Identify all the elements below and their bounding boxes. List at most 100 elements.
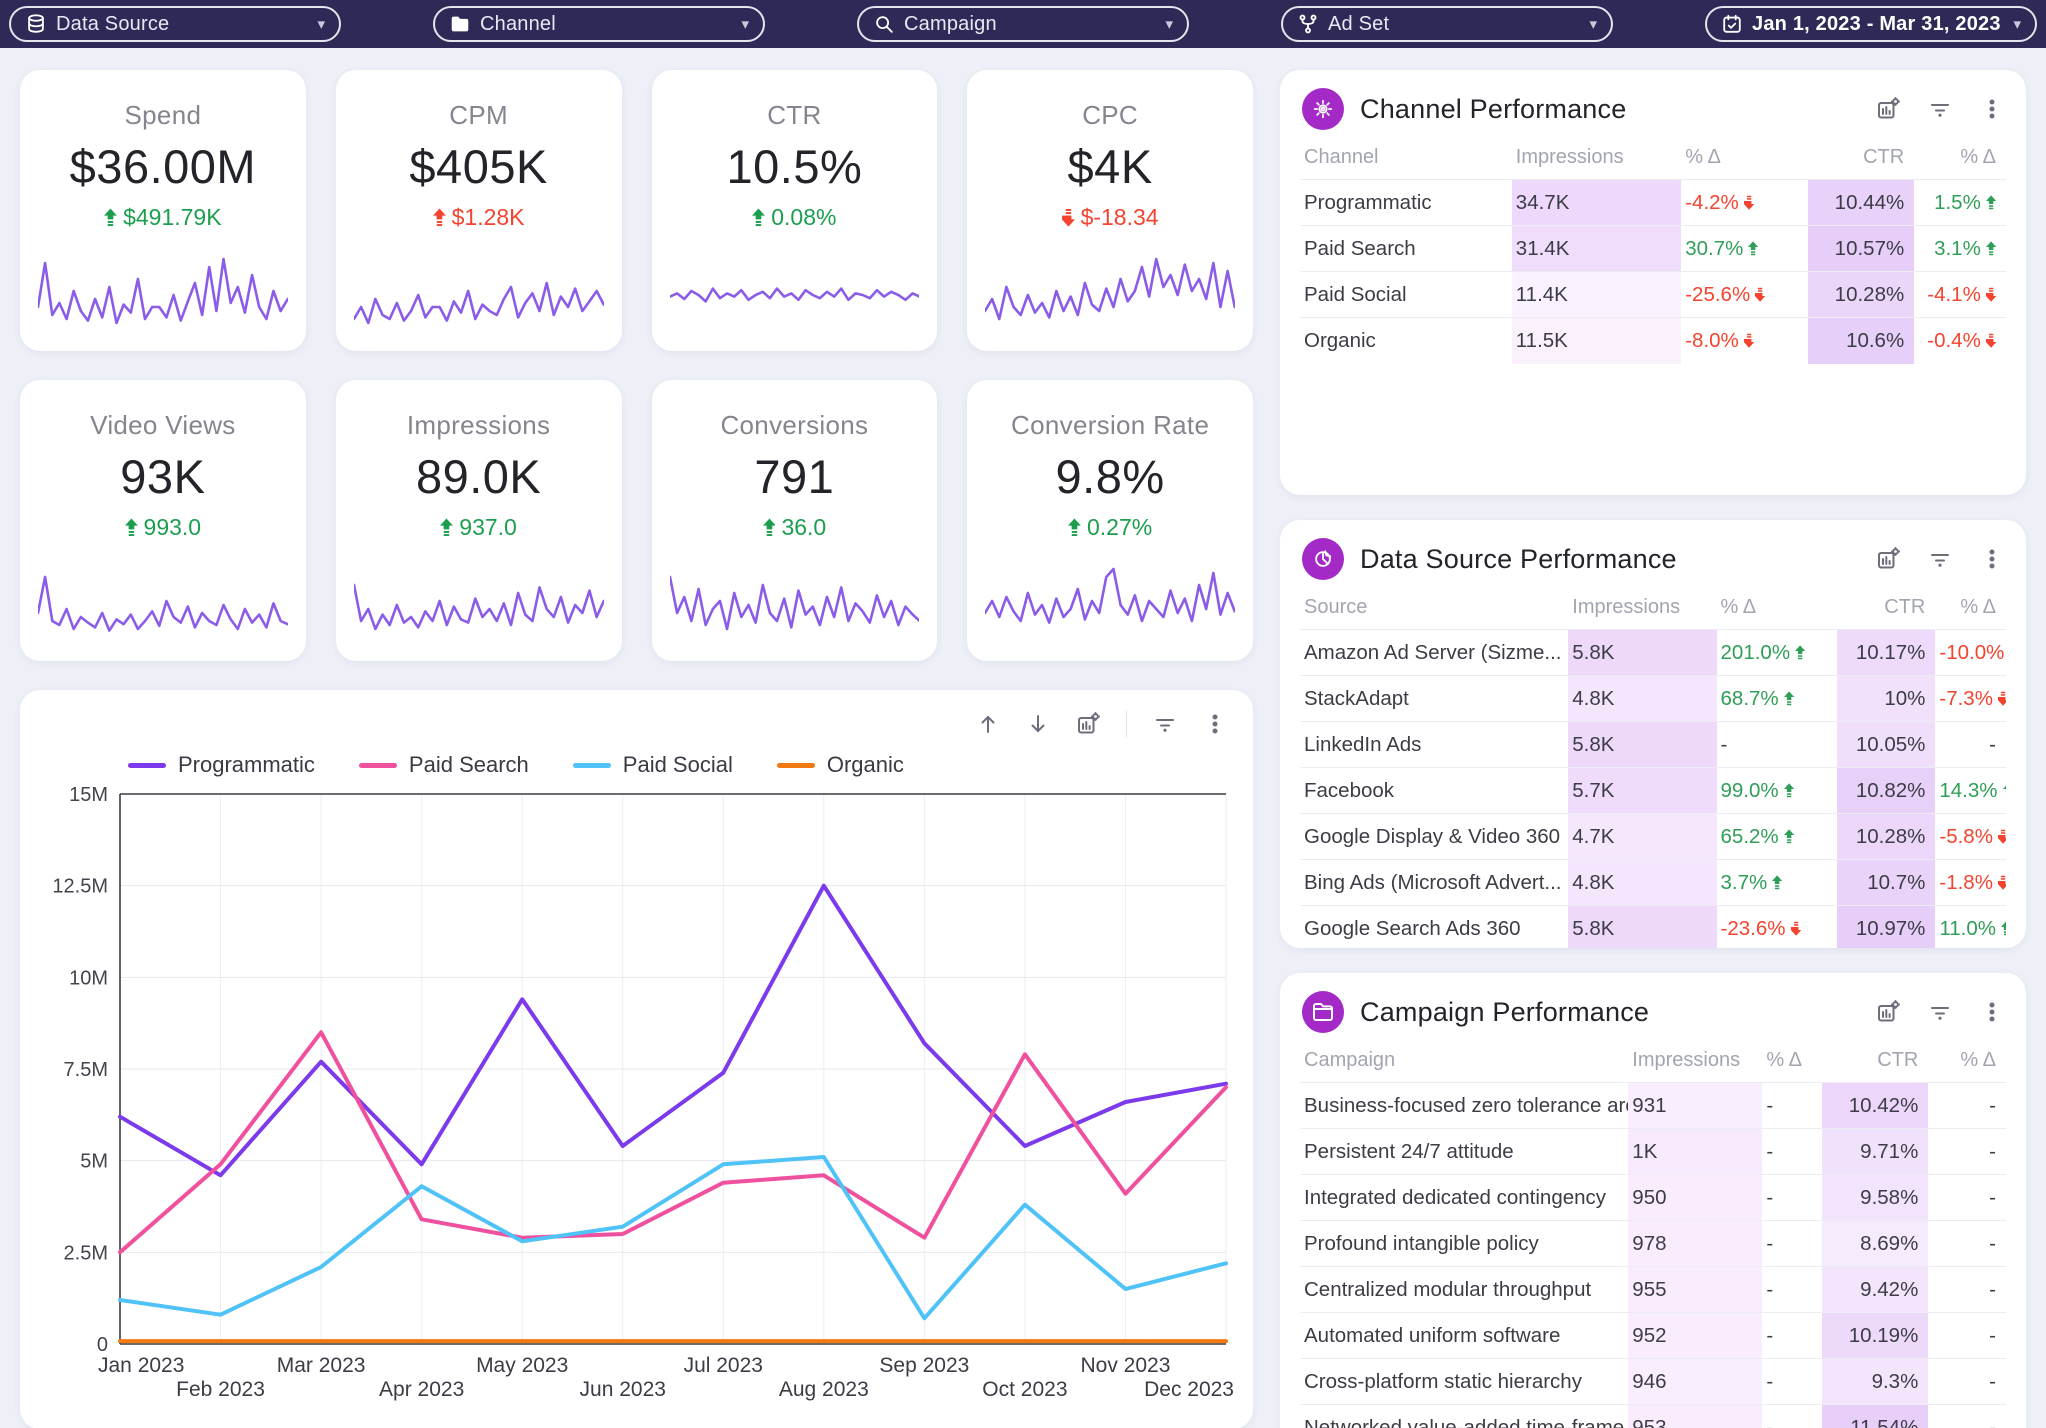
filter-icon[interactable]: [1928, 97, 1952, 121]
kpi-card-conversions: Conversions 791 36.0: [651, 380, 938, 661]
table-row[interactable]: Google Display & Video 360 4.7K 65.2% 10.28…: [1300, 813, 2006, 860]
kpi-sparkline: [20, 247, 306, 351]
cell-ctr-delta: -: [1928, 1358, 2006, 1405]
table-row[interactable]: Cross-platform static hierarchy 946-9.3% -: [1300, 1358, 2006, 1405]
right-column: Channel Performance Channel Impressions % Δ…: [1280, 70, 2026, 1428]
table-row[interactable]: Paid Social 11.4K -25.6% 10.28% -4.1%: [1300, 271, 2006, 318]
cell-impressions-delta: -: [1762, 1404, 1823, 1428]
cell-ctr: 10.05%: [1836, 721, 1936, 768]
chart-settings-icon[interactable]: [1876, 547, 1900, 571]
cell-ctr: 10.7%: [1836, 859, 1936, 906]
table-row[interactable]: Organic 11.5K -8.0% 10.6% -0.4%: [1300, 317, 2006, 364]
chart-settings-icon[interactable]: [1876, 97, 1900, 121]
kpi-card-impressions: Impressions 89.0K 937.0: [335, 380, 622, 661]
filter-icon[interactable]: [1928, 1000, 1952, 1024]
network-icon: [1302, 88, 1344, 130]
filter-dropdown-campaign[interactable]: Campaign ▾: [857, 6, 1189, 42]
cell-name: Google Search Ads 360: [1300, 905, 1569, 948]
kpi-delta: $1.28K: [432, 204, 525, 231]
svg-text:Jan 2023: Jan 2023: [98, 1354, 184, 1377]
cell-impressions: 5.8K: [1568, 629, 1717, 676]
kpi-sparkline: [967, 557, 1253, 661]
kpi-delta: 937.0: [440, 514, 517, 541]
table-row[interactable]: Amazon Ad Server (Sizme... 5.8K 201.0% 10.1…: [1300, 629, 2006, 676]
cell-ctr: 10.42%: [1822, 1082, 1929, 1129]
cell-impressions-delta: -23.6%: [1716, 905, 1837, 948]
legend-swatch: [572, 762, 611, 768]
cell-impressions-delta: -: [1762, 1128, 1823, 1175]
svg-text:Apr 2023: Apr 2023: [379, 1378, 464, 1401]
cell-impressions-delta: -25.6%: [1681, 271, 1809, 318]
chart-settings-icon[interactable]: [1876, 1000, 1900, 1024]
toolbar-divider: [1126, 711, 1127, 737]
column-header: Impressions: [1515, 146, 1624, 168]
svg-text:7.5M: 7.5M: [64, 1059, 108, 1081]
cell-impressions-delta: -: [1762, 1082, 1823, 1129]
table-row[interactable]: Google Search Ads 360 5.8K -23.6% 10.97% 11.…: [1300, 905, 2006, 948]
cell-impressions-delta: -: [1762, 1220, 1823, 1267]
filter-icon[interactable]: [1928, 547, 1952, 571]
kebab-menu-icon[interactable]: [1980, 97, 2004, 121]
table-row[interactable]: Networked value-added time-frame 953-11.5…: [1300, 1404, 2006, 1428]
table-row[interactable]: Profound intangible policy 978-8.69% -: [1300, 1220, 2006, 1267]
kebab-menu-icon[interactable]: [1203, 712, 1227, 736]
cell-name: Amazon Ad Server (Sizme...: [1300, 629, 1569, 676]
cell-name: Bing Ads (Microsoft Advert...: [1300, 859, 1569, 906]
cell-ctr-delta: 3.1%: [1914, 225, 2006, 272]
arrow-down-icon[interactable]: [1026, 712, 1050, 736]
svg-text:Aug 2023: Aug 2023: [779, 1378, 869, 1401]
arrow-up-icon[interactable]: [976, 712, 1000, 736]
legend-item-programmatic[interactable]: Programmatic: [128, 752, 315, 778]
legend-label: Organic: [826, 752, 904, 777]
kpi-value: $4K: [1067, 140, 1153, 193]
table-row[interactable]: Automated uniform software 952-10.19% -: [1300, 1312, 2006, 1359]
table-row[interactable]: Programmatic 34.7K -4.2% 10.44% 1.5%: [1300, 179, 2006, 226]
table-row[interactable]: Facebook 5.7K 99.0% 10.82% 14.3%: [1300, 767, 2006, 814]
kpi-delta: 0.08%: [752, 204, 836, 231]
table-row[interactable]: StackAdapt 4.8K 68.7% 10% -7.3%: [1300, 675, 2006, 722]
legend-swatch: [128, 762, 166, 768]
table-title: Campaign Performance: [1360, 996, 1650, 1027]
kpi-card-conversion-rate: Conversion Rate 9.8% 0.27%: [967, 380, 1253, 661]
cell-impressions: 5.7K: [1568, 767, 1717, 814]
cell-impressions: 953: [1628, 1404, 1763, 1428]
kebab-menu-icon[interactable]: [1980, 1000, 2004, 1024]
cell-impressions-delta: -: [1762, 1266, 1823, 1313]
filter-icon[interactable]: [1153, 712, 1177, 736]
legend-item-organic[interactable]: Organic: [776, 752, 904, 778]
table-row[interactable]: Bing Ads (Microsoft Advert... 4.8K 3.7% 10.…: [1300, 859, 2006, 906]
table-actions: [1876, 547, 2004, 571]
table-row[interactable]: Integrated dedicated contingency 950-9.58…: [1300, 1174, 2006, 1221]
kebab-menu-icon[interactable]: [1980, 547, 2004, 571]
cell-ctr: 10.28%: [1836, 813, 1936, 860]
legend-item-paid-social[interactable]: Paid Social: [572, 752, 733, 778]
table-row[interactable]: Centralized modular throughput 955-9.42% -: [1300, 1266, 2006, 1313]
filter-dropdown-channel[interactable]: Channel ▾: [433, 6, 765, 42]
cell-name: Persistent 24/7 attitude: [1300, 1128, 1629, 1175]
cell-ctr-delta: -4.1%: [1914, 271, 2006, 318]
filter-dropdown-data-source[interactable]: Data Source ▾: [9, 6, 341, 42]
svg-text:Oct 2023: Oct 2023: [982, 1378, 1067, 1401]
cell-ctr: 10%: [1836, 675, 1936, 722]
column-header: Impressions: [1572, 596, 1681, 618]
table-row[interactable]: Business-focused zero tolerance arch... 9…: [1300, 1082, 2006, 1129]
legend-item-paid-search[interactable]: Paid Search: [358, 752, 529, 778]
cell-name: Programmatic: [1300, 179, 1512, 226]
kpi-sparkline: [20, 557, 306, 661]
filter-dropdown-ad-set[interactable]: Ad Set ▾: [1281, 6, 1613, 42]
cell-ctr-delta: -: [1928, 1266, 2006, 1313]
cell-name: StackAdapt: [1300, 675, 1569, 722]
folder-icon: [449, 13, 471, 35]
cell-ctr: 11.54%: [1822, 1404, 1929, 1428]
table-row[interactable]: Paid Search 31.4K 30.7% 10.57% 3.1%: [1300, 225, 2006, 272]
chart-settings-icon[interactable]: [1076, 712, 1100, 736]
table-actions: [1876, 97, 2004, 121]
svg-text:May 2023: May 2023: [476, 1354, 568, 1377]
table-row[interactable]: Persistent 24/7 attitude 1K -9.71% -: [1300, 1128, 2006, 1175]
kpi-card-spend: Spend $36.00M $491.79K: [20, 70, 306, 351]
table-title: Data Source Performance: [1360, 543, 1677, 574]
table-row[interactable]: LinkedIn Ads 5.8K -10.05% -: [1300, 721, 2006, 768]
date-range-picker[interactable]: Jan 1, 2023 - Mar 31, 2023 ▾: [1705, 6, 2037, 42]
dashboard-content: Spend $36.00M $491.79K CPM $405K $1.28K CTR 10.…: [0, 48, 2046, 1428]
cell-ctr: 10.57%: [1808, 225, 1915, 272]
